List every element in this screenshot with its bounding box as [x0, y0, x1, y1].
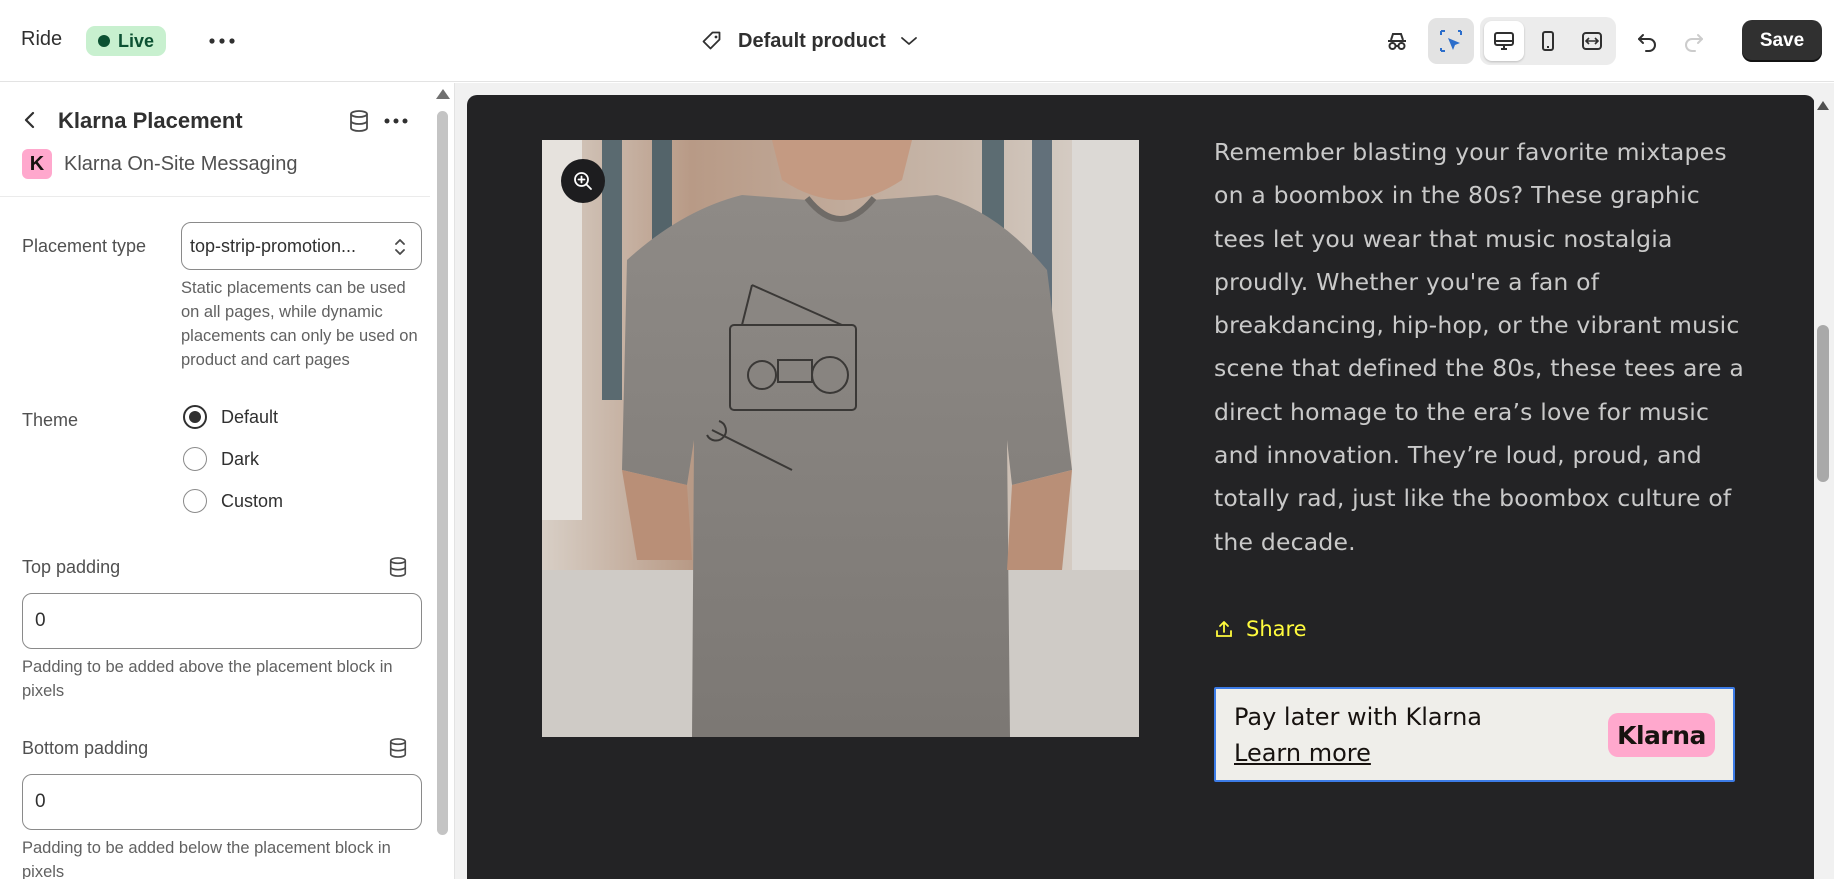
- block-more-button[interactable]: [381, 108, 411, 134]
- device-toggle-group: [1480, 17, 1616, 65]
- product-photo: [542, 140, 1139, 737]
- radio-custom[interactable]: [183, 489, 207, 513]
- select-element-button[interactable]: [1428, 18, 1474, 64]
- dynamic-source-button[interactable]: [346, 108, 372, 134]
- mobile-view-button[interactable]: [1528, 21, 1568, 61]
- block-header: Klarna Placement K Klarna On-Site Messag…: [0, 83, 430, 197]
- theme-option-custom[interactable]: Custom: [183, 489, 283, 513]
- klarna-logo-badge: Klarna: [1608, 713, 1715, 757]
- settings-scroll-thumb[interactable]: [437, 111, 448, 835]
- description-line: breakdancing, hip-hop, or the vibrant mu…: [1214, 311, 1740, 340]
- preview-scrollbar[interactable]: [1814, 95, 1834, 879]
- description-line: direct homage to the era’s love for musi…: [1214, 397, 1710, 426]
- app-name: Klarna On-Site Messaging: [64, 153, 298, 175]
- theme-option-label: Dark: [221, 448, 260, 469]
- scroll-up-arrow-icon[interactable]: [1817, 101, 1829, 110]
- theme-label: Theme: [22, 410, 79, 430]
- theme-option-default[interactable]: Default: [183, 405, 278, 429]
- bottom-padding-label: Bottom padding: [22, 738, 149, 758]
- share-button[interactable]: Share: [1214, 617, 1307, 641]
- incognito-icon: [1388, 33, 1406, 50]
- bottom-padding-input[interactable]: 0: [22, 774, 422, 830]
- bottom-padding-dynamic-source[interactable]: [386, 736, 410, 760]
- description-line: proudly. Whether you're a fan of: [1214, 267, 1600, 296]
- ellipsis-icon: [384, 118, 408, 124]
- preview-scroll-thumb[interactable]: [1817, 325, 1829, 482]
- product-image[interactable]: [542, 140, 1139, 737]
- product-description: Remember blasting your favorite mixtapes…: [1214, 131, 1744, 564]
- description-line: totally rad, just like the boombox cultu…: [1214, 484, 1732, 513]
- scroll-up-arrow-icon[interactable]: [436, 89, 450, 99]
- more-actions-button[interactable]: [206, 26, 238, 56]
- description-line: scene that defined the 80s, these tees a…: [1214, 354, 1744, 383]
- share-label: Share: [1246, 617, 1307, 641]
- store-name[interactable]: Ride: [21, 28, 62, 51]
- redo-icon: [1685, 34, 1703, 52]
- radio-dark[interactable]: [183, 447, 207, 471]
- chevron-down-icon: [900, 37, 917, 45]
- inspector-button[interactable]: [1377, 22, 1417, 62]
- description-line: Remember blasting your favorite mixtapes: [1214, 138, 1727, 166]
- mobile-icon: [1542, 31, 1554, 51]
- undo-icon: [1638, 34, 1656, 52]
- description-line: on a boombox in the 80s? These graphic: [1214, 181, 1700, 210]
- block-title: Klarna Placement: [58, 108, 243, 133]
- top-padding-input[interactable]: 0: [22, 593, 422, 649]
- placement-type-value: top-strip-promotion...: [190, 235, 357, 256]
- select-arrows-icon: [395, 239, 405, 255]
- klarna-placement-block[interactable]: Pay later with Klarna Learn more Klarna: [1214, 687, 1735, 782]
- desktop-view-button[interactable]: [1484, 21, 1524, 61]
- cursor-select-icon: [1440, 30, 1462, 52]
- live-dot-icon: [98, 35, 110, 47]
- top-padding-help: Padding to be added above the placement …: [22, 658, 393, 700]
- live-badge-label: Live: [118, 30, 155, 51]
- template-selector[interactable]: Default product: [700, 22, 918, 60]
- back-button[interactable]: [18, 108, 42, 132]
- template-selector-label: Default product: [738, 29, 886, 52]
- expand-width-icon: [1582, 32, 1602, 50]
- placement-type-label: Placement type: [22, 236, 147, 256]
- database-icon: [389, 557, 407, 577]
- top-padding-dynamic-source[interactable]: [386, 555, 410, 579]
- description-line: the decade.: [1214, 527, 1356, 556]
- theme-option-dark[interactable]: Dark: [183, 447, 259, 471]
- klarna-learn-more-link[interactable]: Learn more: [1234, 739, 1371, 767]
- undo-button[interactable]: [1627, 22, 1667, 62]
- save-button[interactable]: Save: [1742, 20, 1822, 62]
- share-icon: [1216, 621, 1232, 637]
- live-status-badge: Live: [86, 26, 167, 56]
- theme-option-label: Custom: [221, 490, 284, 511]
- database-icon: [389, 738, 407, 758]
- bottom-padding-help: Padding to be added below the placement …: [22, 839, 391, 879]
- settings-panel: Klarna Placement K Klarna On-Site Messag…: [0, 83, 454, 879]
- tag-icon: [702, 31, 721, 50]
- zoom-in-icon: [574, 172, 592, 190]
- klarna-app-logo: K: [22, 149, 52, 179]
- description-line: and innovation. They’re loud, proud, and: [1214, 441, 1702, 470]
- top-padding-label: Top padding: [22, 557, 121, 577]
- placement-type-help: Static placements can be used on all pag…: [181, 279, 418, 369]
- top-bar: Ride Live Default product Save: [0, 0, 1834, 82]
- zoom-button[interactable]: [561, 159, 605, 203]
- desktop-icon: [1494, 32, 1514, 50]
- database-icon: [350, 110, 368, 132]
- klarna-message: Pay later with Klarna: [1234, 703, 1483, 731]
- store-preview: Remember blasting your favorite mixtapes…: [467, 95, 1815, 879]
- description-line: tees let you wear that music nostalgia: [1214, 224, 1673, 253]
- ellipsis-icon: [209, 38, 235, 44]
- theme-option-label: Default: [221, 406, 279, 427]
- placement-type-select[interactable]: top-strip-promotion...: [181, 222, 422, 270]
- redo-button[interactable]: [1674, 22, 1714, 62]
- fullscreen-view-button[interactable]: [1572, 21, 1612, 61]
- radio-default[interactable]: [183, 405, 207, 429]
- chevron-left-icon: [24, 111, 35, 129]
